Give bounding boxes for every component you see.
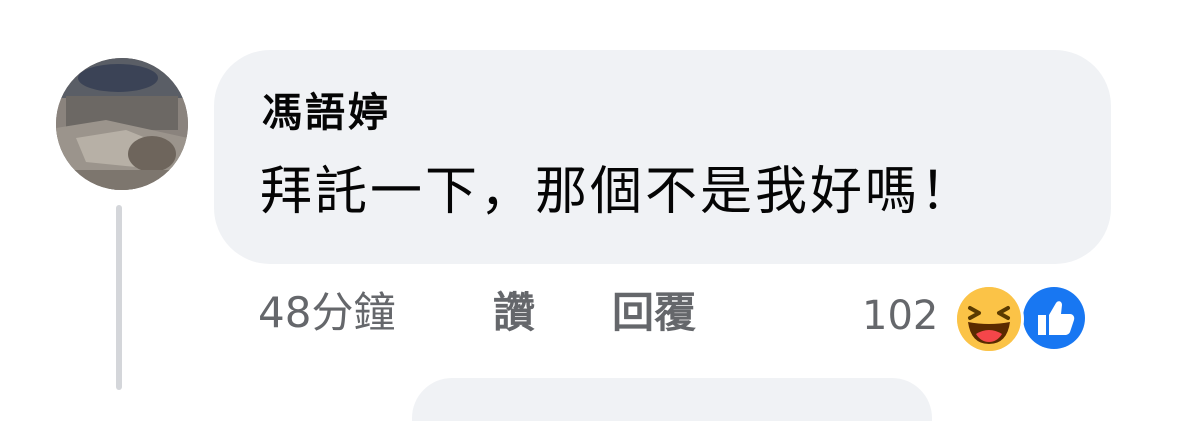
reply-button[interactable]: 回覆 bbox=[612, 292, 696, 334]
haha-reaction-icon bbox=[952, 282, 1026, 356]
next-comment-bubble bbox=[412, 378, 932, 421]
comment-text: 拜託一下，那個不是我好嗎！ bbox=[260, 162, 976, 222]
thread-line bbox=[116, 205, 122, 390]
comment: 馮語婷 拜託一下，那個不是我好嗎！ 48分鐘 讚 回覆 102 bbox=[0, 0, 1200, 421]
reaction-count[interactable]: 102 bbox=[862, 296, 938, 336]
comment-bubble bbox=[214, 50, 1111, 264]
comment-author[interactable]: 馮語婷 bbox=[262, 93, 391, 133]
like-button[interactable]: 讚 bbox=[493, 292, 535, 334]
avatar-photo bbox=[56, 58, 188, 190]
avatar[interactable] bbox=[56, 58, 188, 190]
comment-timestamp[interactable]: 48分鐘 bbox=[258, 292, 395, 334]
reaction-summary[interactable] bbox=[952, 282, 1102, 354]
like-reaction-icon bbox=[1018, 282, 1090, 354]
